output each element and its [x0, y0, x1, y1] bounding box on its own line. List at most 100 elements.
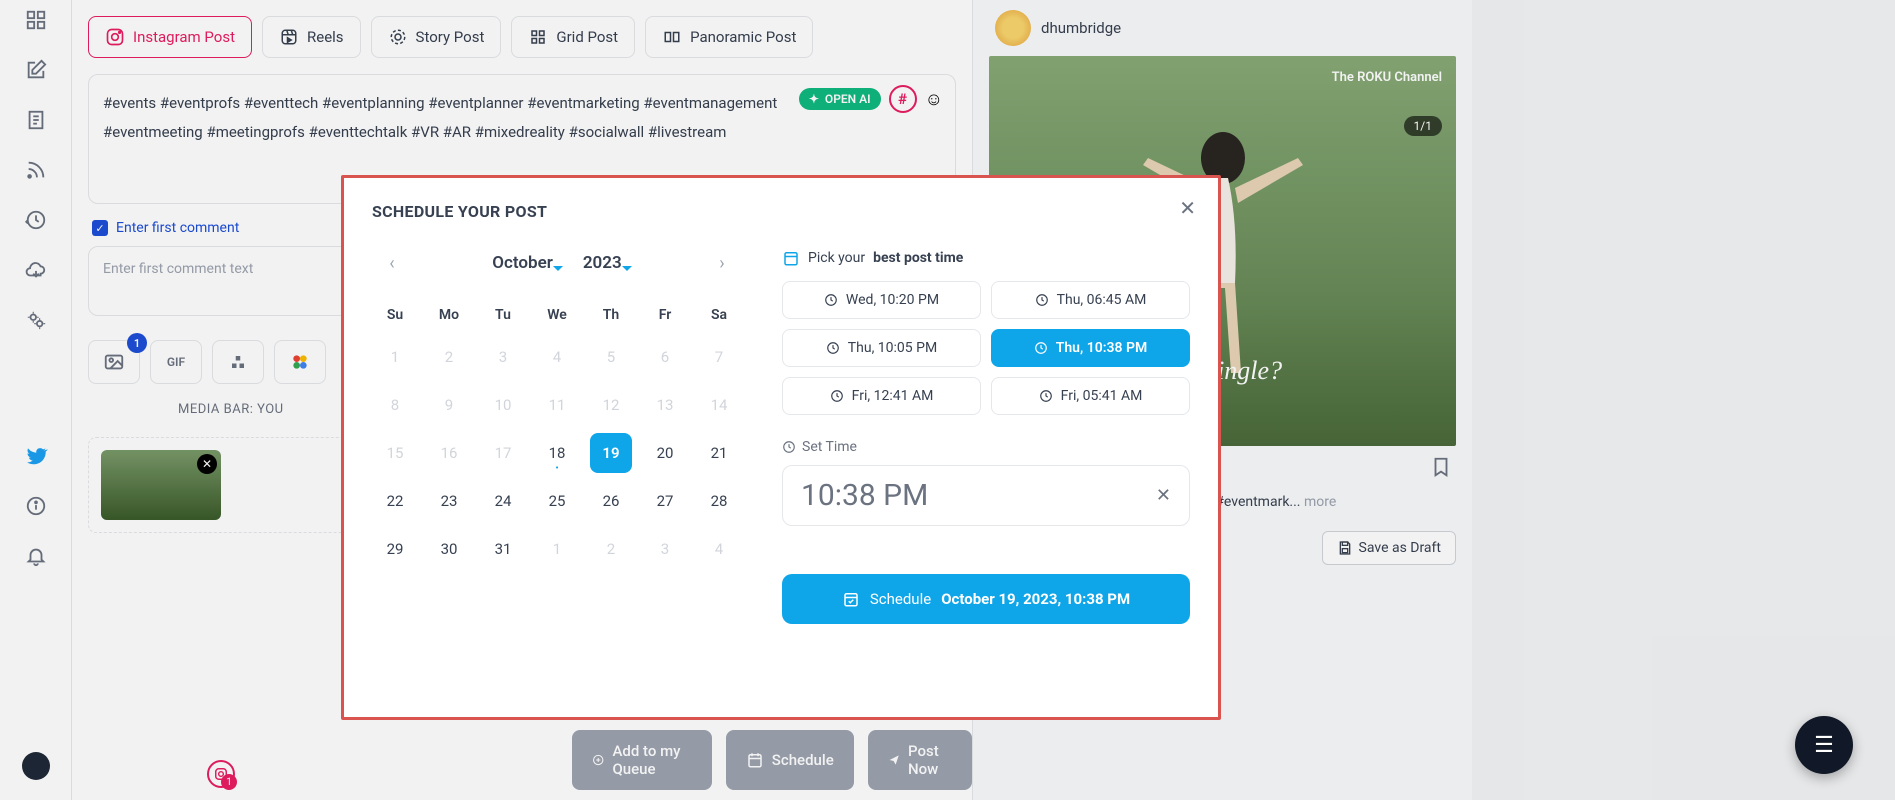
compose-icon[interactable] — [24, 58, 48, 82]
calendar-day: 8 — [374, 385, 416, 425]
post-now-button[interactable]: Post Now — [868, 730, 972, 790]
save-as-draft-button[interactable]: Save as Draft — [1322, 531, 1456, 565]
dashboard-icon[interactable] — [24, 8, 48, 32]
right-spacer — [1472, 0, 1895, 800]
schedule-button[interactable]: Schedule — [726, 730, 854, 790]
tab-label: Panoramic Post — [690, 28, 796, 46]
tab-reels[interactable]: Reels — [262, 16, 361, 58]
calendar-dow: Fr — [642, 301, 688, 329]
calendar-day: 5 — [590, 337, 632, 377]
calendar-check-icon — [842, 590, 860, 608]
calendar-day: 3 — [482, 337, 524, 377]
calendar-month-select[interactable]: October — [492, 253, 553, 273]
instagram-icon — [105, 27, 125, 47]
time-slot[interactable]: Thu, 10:05 PM — [782, 329, 981, 367]
modal-close-button[interactable]: ✕ — [1179, 196, 1196, 220]
tab-panoramic-post[interactable]: Panoramic Post — [645, 16, 813, 58]
calendar-day: 2 — [590, 529, 632, 569]
history-icon[interactable] — [24, 208, 48, 232]
calendar-day: 3 — [644, 529, 686, 569]
calendar-year-select[interactable]: 2023 — [583, 253, 622, 273]
calendar-next-button[interactable]: › — [708, 249, 736, 277]
button-label: Schedule — [772, 751, 834, 769]
emoji-button[interactable]: ☺ — [925, 89, 943, 110]
calendar-dow: We — [534, 301, 580, 329]
sparkle-icon: ✦ — [809, 92, 819, 106]
calendar: ‹ October 2023 › SuMoTuWeThFrSa123456789… — [372, 249, 742, 624]
time-slot[interactable]: Wed, 10:20 PM — [782, 281, 981, 319]
tab-story-post[interactable]: Story Post — [371, 16, 502, 58]
calendar-day[interactable]: 25 — [536, 481, 578, 521]
media-upload-button[interactable] — [212, 340, 264, 384]
media-thumbnail[interactable]: ✕ — [101, 450, 221, 520]
twitter-icon[interactable] — [24, 444, 48, 468]
calendar-day: 9 — [428, 385, 470, 425]
floating-menu-button[interactable]: ☰ — [1795, 716, 1853, 774]
checkbox-label: Enter first comment — [116, 220, 239, 236]
schedule-submit-button[interactable]: Schedule October 19, 2023, 10:38 PM — [782, 574, 1190, 624]
bell-icon[interactable] — [24, 544, 48, 568]
calendar-day[interactable]: 21 — [698, 433, 740, 473]
document-icon[interactable] — [24, 108, 48, 132]
modal-title: SCHEDULE YOUR POST — [372, 202, 1190, 221]
calendar-dow: Th — [588, 301, 634, 329]
media-gif-button[interactable]: GIF — [150, 340, 202, 384]
calendar-day[interactable]: 30 — [428, 529, 470, 569]
calendar-day[interactable]: 27 — [644, 481, 686, 521]
story-icon — [388, 27, 408, 47]
panoramic-icon — [662, 27, 682, 47]
calendar-day: 17 — [482, 433, 524, 473]
button-label: Post Now — [908, 742, 952, 778]
calendar-day: 12 — [590, 385, 632, 425]
user-avatar[interactable] — [22, 752, 50, 780]
caption-more-link[interactable]: more — [1304, 494, 1336, 510]
roku-watermark: The ROKU Channel — [1332, 70, 1442, 85]
tab-instagram-post[interactable]: Instagram Post — [88, 16, 252, 58]
feed-icon[interactable] — [24, 158, 48, 182]
time-input[interactable]: 10:38 PM ✕ — [782, 465, 1190, 526]
calendar-dow: Tu — [480, 301, 526, 329]
calendar-day[interactable]: 19 — [590, 433, 632, 473]
openai-label: OPEN AI — [825, 92, 871, 106]
calendar-day[interactable]: 18 — [536, 433, 578, 473]
time-slot[interactable]: Fri, 12:41 AM — [782, 377, 981, 415]
openai-button[interactable]: ✦ OPEN AI — [799, 88, 881, 110]
settings-icon[interactable] — [24, 308, 48, 332]
calendar-day[interactable]: 26 — [590, 481, 632, 521]
calendar-dow: Su — [372, 301, 418, 329]
media-more-button[interactable] — [274, 340, 326, 384]
calendar-day[interactable]: 28 — [698, 481, 740, 521]
button-label: Add to my Queue — [612, 742, 691, 778]
hashtag-button[interactable]: # — [889, 85, 917, 113]
thumbnail-remove-button[interactable]: ✕ — [197, 454, 217, 474]
calendar-day: 15 — [374, 433, 416, 473]
grid-icon — [528, 27, 548, 47]
calendar-day[interactable]: 31 — [482, 529, 524, 569]
calendar-day[interactable]: 20 — [644, 433, 686, 473]
calendar-day[interactable]: 23 — [428, 481, 470, 521]
calendar-day: 10 — [482, 385, 524, 425]
tab-label: Instagram Post — [133, 28, 235, 46]
calendar-day[interactable]: 29 — [374, 529, 416, 569]
account-count-badge: 1 — [221, 774, 237, 790]
info-icon[interactable] — [24, 494, 48, 518]
calendar-day: 7 — [698, 337, 740, 377]
time-slot[interactable]: Fri, 05:41 AM — [991, 377, 1190, 415]
calendar-day: 4 — [698, 529, 740, 569]
calendar-day: 13 — [644, 385, 686, 425]
tab-grid-post[interactable]: Grid Post — [511, 16, 635, 58]
time-slot[interactable]: Thu, 10:38 PM — [991, 329, 1190, 367]
upload-icon[interactable] — [24, 258, 48, 282]
tab-label: Reels — [307, 28, 344, 46]
calendar-prev-button[interactable]: ‹ — [378, 249, 406, 277]
calendar-day: 16 — [428, 433, 470, 473]
calendar-day[interactable]: 24 — [482, 481, 524, 521]
button-label: Save as Draft — [1359, 540, 1441, 556]
calendar-day[interactable]: 22 — [374, 481, 416, 521]
preview-username: dhumbridge — [1041, 19, 1121, 37]
add-to-queue-button[interactable]: Add to my Queue — [572, 730, 712, 790]
time-slot[interactable]: Thu, 06:45 AM — [991, 281, 1190, 319]
instagram-account-badge[interactable]: 1 — [207, 760, 235, 788]
media-image-button[interactable]: 1 — [88, 340, 140, 384]
time-clear-button[interactable]: ✕ — [1156, 485, 1171, 506]
